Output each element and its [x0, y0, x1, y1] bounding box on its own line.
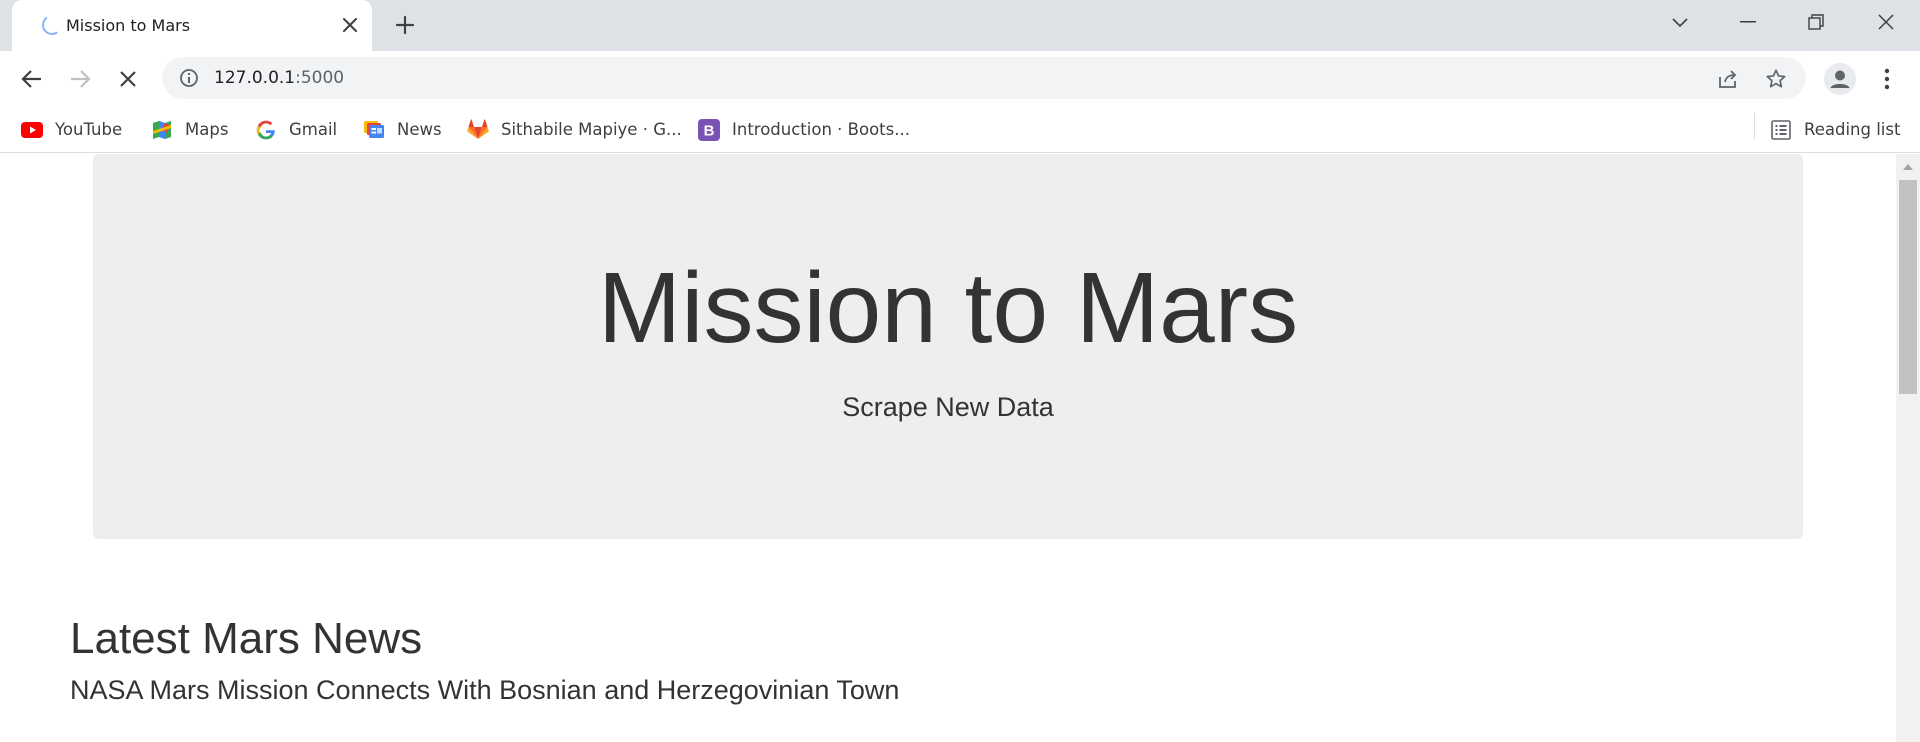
- new-tab-plus-icon[interactable]: [390, 10, 420, 40]
- maps-icon: [151, 119, 173, 141]
- latest-news-heading: Latest Mars News: [70, 614, 423, 663]
- profile-avatar-icon[interactable]: [1824, 63, 1856, 95]
- bookmark-label: News: [397, 120, 442, 139]
- jumbotron: Mission to Mars Scrape New Data: [93, 154, 1803, 539]
- tab-search-chevron-icon[interactable]: [1652, 0, 1708, 44]
- svg-text:B: B: [704, 122, 715, 139]
- loading-spinner-icon: [40, 13, 64, 37]
- scrollbar-thumb[interactable]: [1899, 180, 1917, 394]
- site-info-icon[interactable]: [178, 67, 200, 89]
- more-menu-icon[interactable]: [1872, 61, 1902, 97]
- bookmark-label: Maps: [185, 120, 229, 139]
- scrape-new-data-button[interactable]: Scrape New Data: [842, 392, 1054, 422]
- scrape-button-row: Scrape New Data: [93, 392, 1803, 423]
- youtube-icon: [21, 119, 43, 141]
- bookmark-maps[interactable]: Maps: [151, 107, 228, 152]
- bookmark-gmail[interactable]: Gmail: [255, 107, 337, 152]
- news-icon: [363, 119, 385, 141]
- address-bar[interactable]: 127.0.0.1:5000: [162, 57, 1806, 99]
- bookmark-news[interactable]: News: [363, 107, 442, 152]
- restore-icon[interactable]: [1788, 0, 1844, 44]
- news-headline: NASA Mars Mission Connects With Bosnian …: [70, 675, 900, 705]
- bookmark-youtube[interactable]: YouTube: [21, 107, 122, 152]
- browser-toolbar: 127.0.0.1:5000: [0, 51, 1920, 107]
- reading-list-label: Reading list: [1804, 120, 1901, 139]
- back-arrow-icon[interactable]: [14, 61, 50, 97]
- reading-list-icon: [1770, 119, 1792, 141]
- share-icon[interactable]: [1716, 67, 1740, 91]
- close-window-icon[interactable]: [1858, 0, 1914, 44]
- bookmark-label: Gmail: [289, 120, 338, 139]
- bootstrap-icon: B: [698, 118, 720, 141]
- bookmarks-bar: YouTube Maps Gmail News Sithabile Mapiye…: [0, 107, 1920, 153]
- url-text[interactable]: 127.0.0.1:5000: [214, 57, 344, 99]
- bookmarks-separator: [1754, 113, 1755, 139]
- bookmark-label: Introduction · Boots...: [732, 120, 910, 139]
- tab-strip: Mission to Mars: [0, 0, 1920, 51]
- bookmark-bootstrap[interactable]: B Introduction · Boots...: [698, 107, 910, 152]
- page-scrollbar[interactable]: [1896, 154, 1920, 742]
- tab-title: Mission to Mars: [66, 16, 191, 35]
- tab-close-icon[interactable]: [337, 12, 363, 38]
- page-viewport: Mission to Mars Scrape New Data Latest M…: [0, 154, 1896, 742]
- url-host: 127.0.0.1: [214, 68, 296, 88]
- stop-loading-icon[interactable]: [110, 61, 146, 97]
- browser-tab[interactable]: Mission to Mars: [12, 0, 372, 51]
- bookmark-gitlab[interactable]: Sithabile Mapiye · G...: [467, 107, 682, 152]
- google-icon: [255, 119, 277, 141]
- bookmark-label: YouTube: [55, 120, 123, 139]
- page-title: Mission to Mars: [597, 252, 1299, 364]
- forward-arrow-icon[interactable]: [62, 61, 98, 97]
- url-port: :5000: [295, 68, 345, 88]
- bookmark-star-icon[interactable]: [1764, 67, 1788, 91]
- bookmark-label: Sithabile Mapiye · G...: [501, 120, 682, 139]
- minimize-icon[interactable]: [1720, 0, 1776, 44]
- reading-list-button[interactable]: Reading list: [1770, 107, 1900, 152]
- scroll-up-arrow-icon[interactable]: [1896, 154, 1920, 178]
- gitlab-icon: [467, 119, 489, 141]
